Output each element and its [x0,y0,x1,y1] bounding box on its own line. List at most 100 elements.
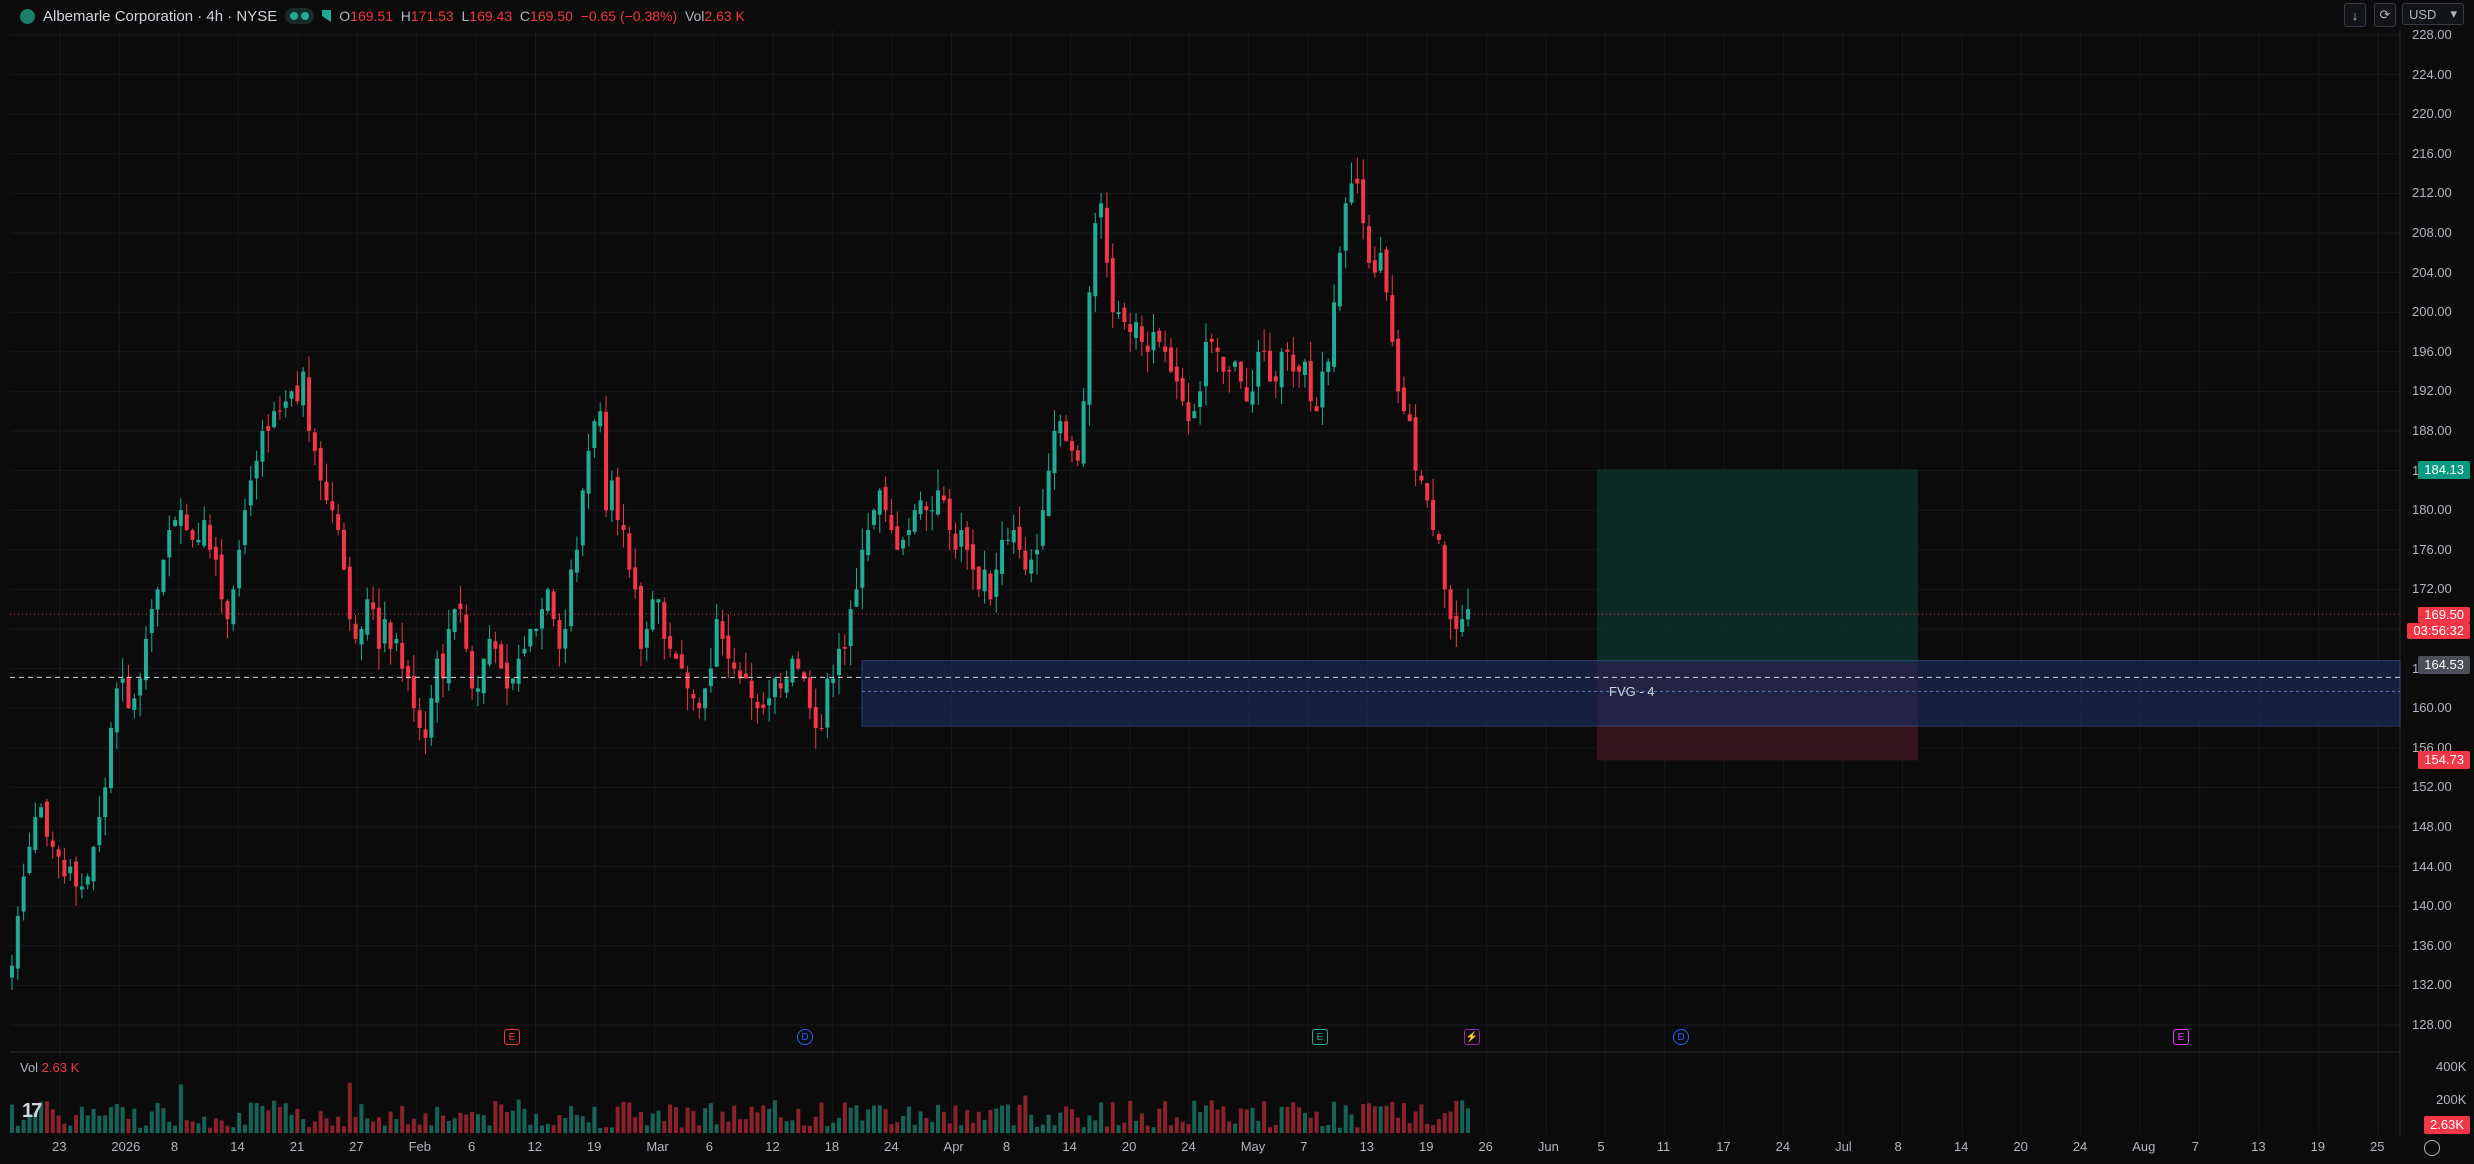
candle-body[interactable] [895,526,900,550]
candle-body[interactable] [569,569,574,627]
take-profit-zone[interactable] [1597,469,1918,664]
candle-body[interactable] [1046,470,1051,516]
candle-body[interactable] [1064,421,1069,441]
candle-body[interactable] [155,589,160,610]
candle-body[interactable] [1238,361,1243,382]
candle-body[interactable] [1396,338,1401,392]
candle-body[interactable] [1233,361,1238,367]
candle-body[interactable] [242,510,247,545]
candle-body[interactable] [1460,619,1465,632]
candle-body[interactable] [970,544,975,570]
candle-body[interactable] [1285,349,1290,352]
candle-body[interactable] [411,676,416,709]
candle-body[interactable] [703,688,708,709]
candle-body[interactable] [417,710,422,728]
candle-body[interactable] [1361,179,1366,224]
candle-body[interactable] [1157,330,1162,342]
chart-canvas[interactable] [0,0,2474,1164]
candle-body[interactable] [1017,526,1022,550]
candle-body[interactable] [854,589,859,607]
candle-body[interactable] [679,654,684,669]
candle-body[interactable] [114,688,119,733]
candle-body[interactable] [767,698,772,706]
candle-body[interactable] [1326,361,1331,373]
event-marker[interactable]: E [1310,1027,1330,1047]
candle-body[interactable] [1390,295,1395,342]
candle-body[interactable] [190,530,195,540]
candle-body[interactable] [1454,615,1459,629]
candle-body[interactable] [138,678,143,696]
candle-body[interactable] [1332,302,1337,367]
candle-body[interactable] [295,385,300,402]
candle-body[interactable] [452,609,457,633]
candle-body[interactable] [1163,346,1168,352]
candle-body[interactable] [609,480,614,511]
candle-body[interactable] [21,876,26,912]
candle-body[interactable] [458,603,463,610]
candle-body[interactable] [1186,402,1191,422]
candle-body[interactable] [109,728,114,789]
candle-body[interactable] [825,678,830,728]
candle-body[interactable] [755,701,760,709]
candle-body[interactable] [982,569,987,592]
candle-body[interactable] [1314,406,1319,412]
candle-body[interactable] [557,620,562,649]
candle-body[interactable] [953,533,958,550]
candle-body[interactable] [714,619,719,667]
candle-body[interactable] [283,401,288,408]
candle-body[interactable] [1035,549,1040,555]
candle-body[interactable] [475,688,480,692]
candle-body[interactable] [871,510,876,526]
candle-body[interactable] [272,411,277,428]
candle-body[interactable] [1419,475,1424,481]
candle-body[interactable] [330,501,335,511]
candle-body[interactable] [691,694,696,699]
candle-body[interactable] [44,801,49,837]
candle-body[interactable] [481,658,486,694]
candle-body[interactable] [289,391,294,399]
candle-body[interactable] [842,646,847,649]
candle-body[interactable] [1099,203,1104,218]
candle-body[interactable] [1250,391,1255,405]
candle-body[interactable] [1244,387,1249,402]
candle-body[interactable] [470,651,475,689]
settings-gear-icon[interactable] [2424,1140,2440,1156]
candle-body[interactable] [1058,421,1063,434]
candle-body[interactable] [901,539,906,549]
candle-body[interactable] [656,599,661,603]
candle-body[interactable] [1151,332,1156,351]
candle-body[interactable] [732,662,737,669]
candle-body[interactable] [877,490,882,515]
candle-body[interactable] [621,525,626,530]
candle-body[interactable] [1262,350,1267,352]
candle-body[interactable] [371,602,376,610]
candle-body[interactable] [196,539,201,543]
candle-body[interactable] [697,702,702,709]
candle-body[interactable] [668,636,673,649]
flag-icon[interactable] [322,10,332,22]
candle-body[interactable] [644,629,649,648]
candle-body[interactable] [446,629,451,684]
candle-body[interactable] [440,653,445,679]
candle-body[interactable] [772,678,777,698]
candle-body[interactable] [260,431,265,462]
candle-body[interactable] [1256,351,1261,387]
tradingview-logo-icon[interactable]: 17 [22,1100,42,1123]
candle-body[interactable] [510,678,515,684]
candle-body[interactable] [1040,510,1045,546]
candle-body[interactable] [120,678,125,683]
candle-body[interactable] [947,498,952,530]
candle-body[interactable] [889,515,894,530]
event-marker[interactable]: E [2171,1027,2191,1047]
candle-body[interactable] [1198,391,1203,407]
candle-body[interactable] [464,614,469,649]
candle-body[interactable] [1366,226,1371,263]
candle-body[interactable] [312,432,317,451]
candle-body[interactable] [936,490,941,515]
candle-body[interactable] [132,698,137,710]
candle-body[interactable] [1436,534,1441,540]
candle-body[interactable] [394,638,399,644]
fvg-label[interactable]: FVG - 4 [1609,684,1655,699]
candle-body[interactable] [50,840,55,847]
candle-body[interactable] [1372,260,1377,273]
